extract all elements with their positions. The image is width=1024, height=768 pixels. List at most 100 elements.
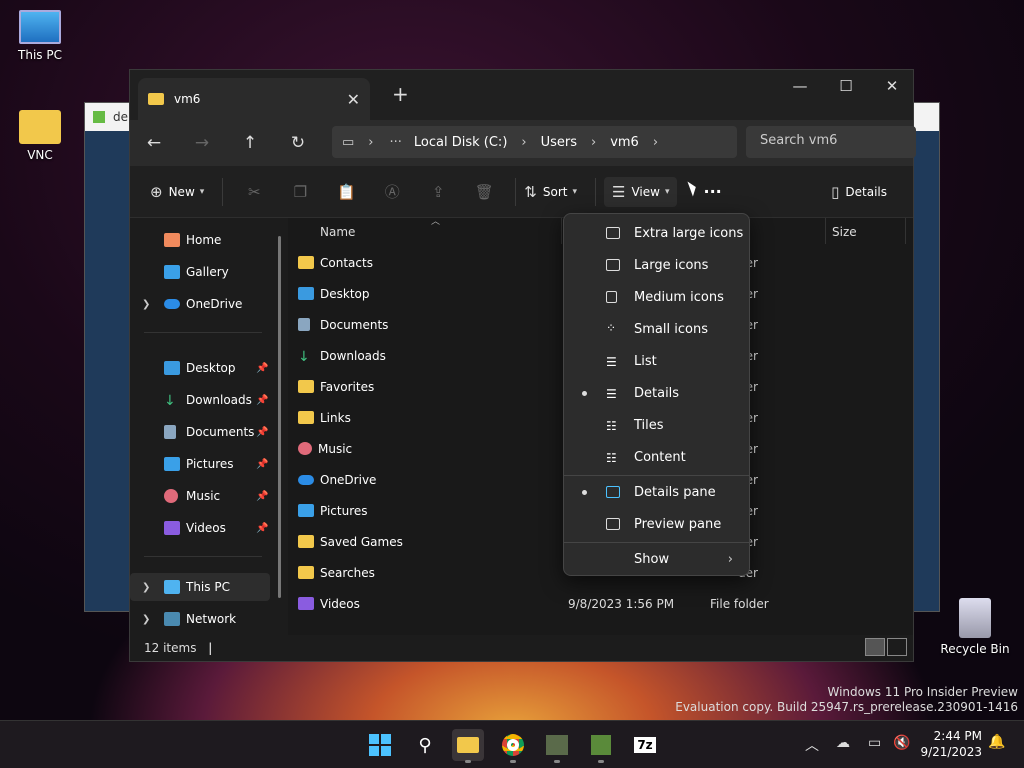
rename-icon[interactable]: Ⓐ: [369, 181, 415, 202]
share-icon[interactable]: ⇪: [415, 183, 461, 201]
refresh-button[interactable]: ↻: [274, 133, 322, 153]
menu-item-extra-large-icons[interactable]: Extra large icons: [564, 217, 749, 249]
new-button[interactable]: ⊕ New ▾: [150, 183, 204, 201]
taskbar-chrome[interactable]: [497, 729, 529, 763]
taskbar-7zip[interactable]: 7z: [629, 729, 661, 761]
sort-button[interactable]: ⇅ Sort ▾: [524, 183, 577, 201]
file-name: Documents: [320, 317, 389, 332]
running-indicator: [465, 760, 471, 763]
start-button[interactable]: [364, 729, 396, 761]
pin-icon: 📌: [256, 362, 269, 374]
menu-item-details[interactable]: ☰ Details: [564, 377, 749, 409]
view-button[interactable]: ☰ View ▾: [604, 176, 678, 207]
copy-icon[interactable]: ❐: [277, 183, 323, 201]
selected-dot-icon: [582, 390, 587, 396]
large-icons-icon: [606, 259, 620, 271]
nav-item-network[interactable]: ❯ Network: [130, 605, 270, 633]
menu-item-details-pane[interactable]: Details pane: [564, 476, 749, 508]
table-row[interactable]: Videos 9/8/2023 1:56 PM File folder: [298, 588, 898, 619]
menu-item-list[interactable]: ☰ List: [564, 345, 749, 377]
column-divider[interactable]: [561, 218, 562, 244]
nav-item-documents[interactable]: Documents 📌: [130, 418, 270, 446]
chevron-right-icon[interactable]: ❯: [142, 614, 150, 625]
paste-icon[interactable]: 📋: [323, 183, 369, 201]
chevron-right-icon[interactable]: ❯: [142, 299, 150, 310]
notification-bell-icon[interactable]: 🔔: [988, 734, 1005, 750]
tiles-view-button[interactable]: [887, 638, 907, 656]
menu-item-large-icons[interactable]: Large icons: [564, 249, 749, 281]
app-icon: [546, 735, 568, 755]
close-button[interactable]: ✕: [869, 70, 915, 102]
running-indicator: [598, 760, 604, 763]
menu-item-medium-icons[interactable]: Medium icons: [564, 281, 749, 313]
column-size[interactable]: Size: [832, 225, 857, 239]
small-icons-icon: ⁘: [606, 321, 617, 335]
close-tab-icon[interactable]: ✕: [347, 90, 360, 109]
minimize-button[interactable]: —: [777, 70, 823, 102]
nav-label: Desktop: [186, 361, 236, 375]
videos-icon: [164, 521, 180, 535]
menu-item-show[interactable]: Show ›: [564, 543, 749, 575]
file-explorer-window[interactable]: vm6 ✕ + — ☐ ✕ ← → ↑ ↻ ▭ › ··· Local Disk…: [129, 69, 916, 662]
breadcrumb-vm6[interactable]: vm6: [610, 135, 639, 150]
chevron-down-icon: ▾: [199, 186, 205, 197]
nav-item-home[interactable]: Home: [130, 226, 270, 254]
maximize-button[interactable]: ☐: [823, 70, 869, 102]
details-pane-button[interactable]: ▯ Details: [831, 183, 887, 201]
back-button[interactable]: ←: [130, 133, 178, 153]
desktop-icon-this-pc[interactable]: This PC: [0, 10, 80, 62]
chevron-up-icon[interactable]: ︿: [805, 735, 819, 755]
nav-item-videos[interactable]: Videos 📌: [130, 514, 270, 542]
address-bar[interactable]: ▭ › ··· Local Disk (C:) › Users › vm6 ›: [332, 126, 737, 158]
up-button[interactable]: ↑: [226, 133, 274, 153]
view-label: View: [631, 184, 660, 199]
menu-item-preview-pane[interactable]: Preview pane: [564, 508, 749, 540]
clock[interactable]: 2:44 PM 9/21/2023: [920, 728, 982, 760]
menu-item-label: Show: [634, 551, 670, 567]
chevron-right-icon[interactable]: ❯: [142, 582, 150, 593]
nav-item-desktop[interactable]: Desktop 📌: [130, 354, 270, 382]
divider: [595, 177, 597, 206]
forward-button[interactable]: →: [178, 133, 226, 153]
folder-icon: [298, 535, 314, 548]
menu-item-label: Extra large icons: [634, 225, 744, 241]
nav-item-music[interactable]: Music 📌: [130, 482, 270, 510]
see-more-icon[interactable]: ···: [703, 182, 721, 201]
taskbar-app-2[interactable]: [585, 729, 617, 763]
onedrive-cloud-icon[interactable]: ☁: [836, 735, 850, 751]
menu-item-label: Details: [634, 385, 680, 401]
tab-vm6[interactable]: vm6 ✕: [138, 78, 370, 120]
search-input[interactable]: Search vm6: [746, 126, 916, 158]
new-tab-button[interactable]: +: [392, 82, 409, 106]
menu-item-content[interactable]: ☷ Content: [564, 441, 749, 473]
column-divider[interactable]: [905, 218, 906, 244]
menu-item-tiles[interactable]: ☷ Tiles: [564, 409, 749, 441]
desktop-icon-vnc[interactable]: VNC: [0, 110, 80, 162]
breadcrumb-local-disk[interactable]: Local Disk (C:): [414, 135, 507, 150]
search-button[interactable]: ⚲: [409, 729, 441, 761]
more-locations-icon[interactable]: ···: [390, 135, 402, 150]
desktop-icon-recycle-bin[interactable]: Recycle Bin: [935, 598, 1015, 656]
network-icon[interactable]: ▭: [868, 735, 881, 751]
delete-icon[interactable]: 🗑: [461, 183, 507, 201]
cut-icon[interactable]: ✂: [231, 183, 277, 201]
chevron-down-icon: ▾: [572, 186, 578, 197]
file-name: Music: [318, 441, 353, 456]
nav-item-this-pc[interactable]: ❯ This PC: [130, 573, 270, 601]
nav-scrollbar[interactable]: [278, 236, 281, 598]
nav-item-downloads[interactable]: ↓ Downloads 📌: [130, 386, 270, 414]
taskbar-app-1[interactable]: [541, 729, 573, 763]
nav-item-gallery[interactable]: Gallery: [130, 258, 270, 286]
pin-icon: 📌: [256, 426, 269, 438]
menu-item-small-icons[interactable]: ⁘ Small icons: [564, 313, 749, 345]
column-name[interactable]: Name: [320, 225, 355, 239]
nav-item-onedrive[interactable]: ❯ OneDrive: [130, 290, 270, 318]
breadcrumb-users[interactable]: Users: [541, 135, 577, 150]
volume-muted-icon[interactable]: 🔇: [893, 735, 910, 751]
details-view-button[interactable]: [865, 638, 885, 656]
title-bar[interactable]: vm6 ✕ + — ☐ ✕: [130, 70, 913, 120]
menu-item-label: Tiles: [634, 417, 664, 433]
taskbar-file-explorer[interactable]: [452, 729, 484, 763]
column-divider[interactable]: [825, 218, 826, 244]
nav-item-pictures[interactable]: Pictures 📌: [130, 450, 270, 478]
